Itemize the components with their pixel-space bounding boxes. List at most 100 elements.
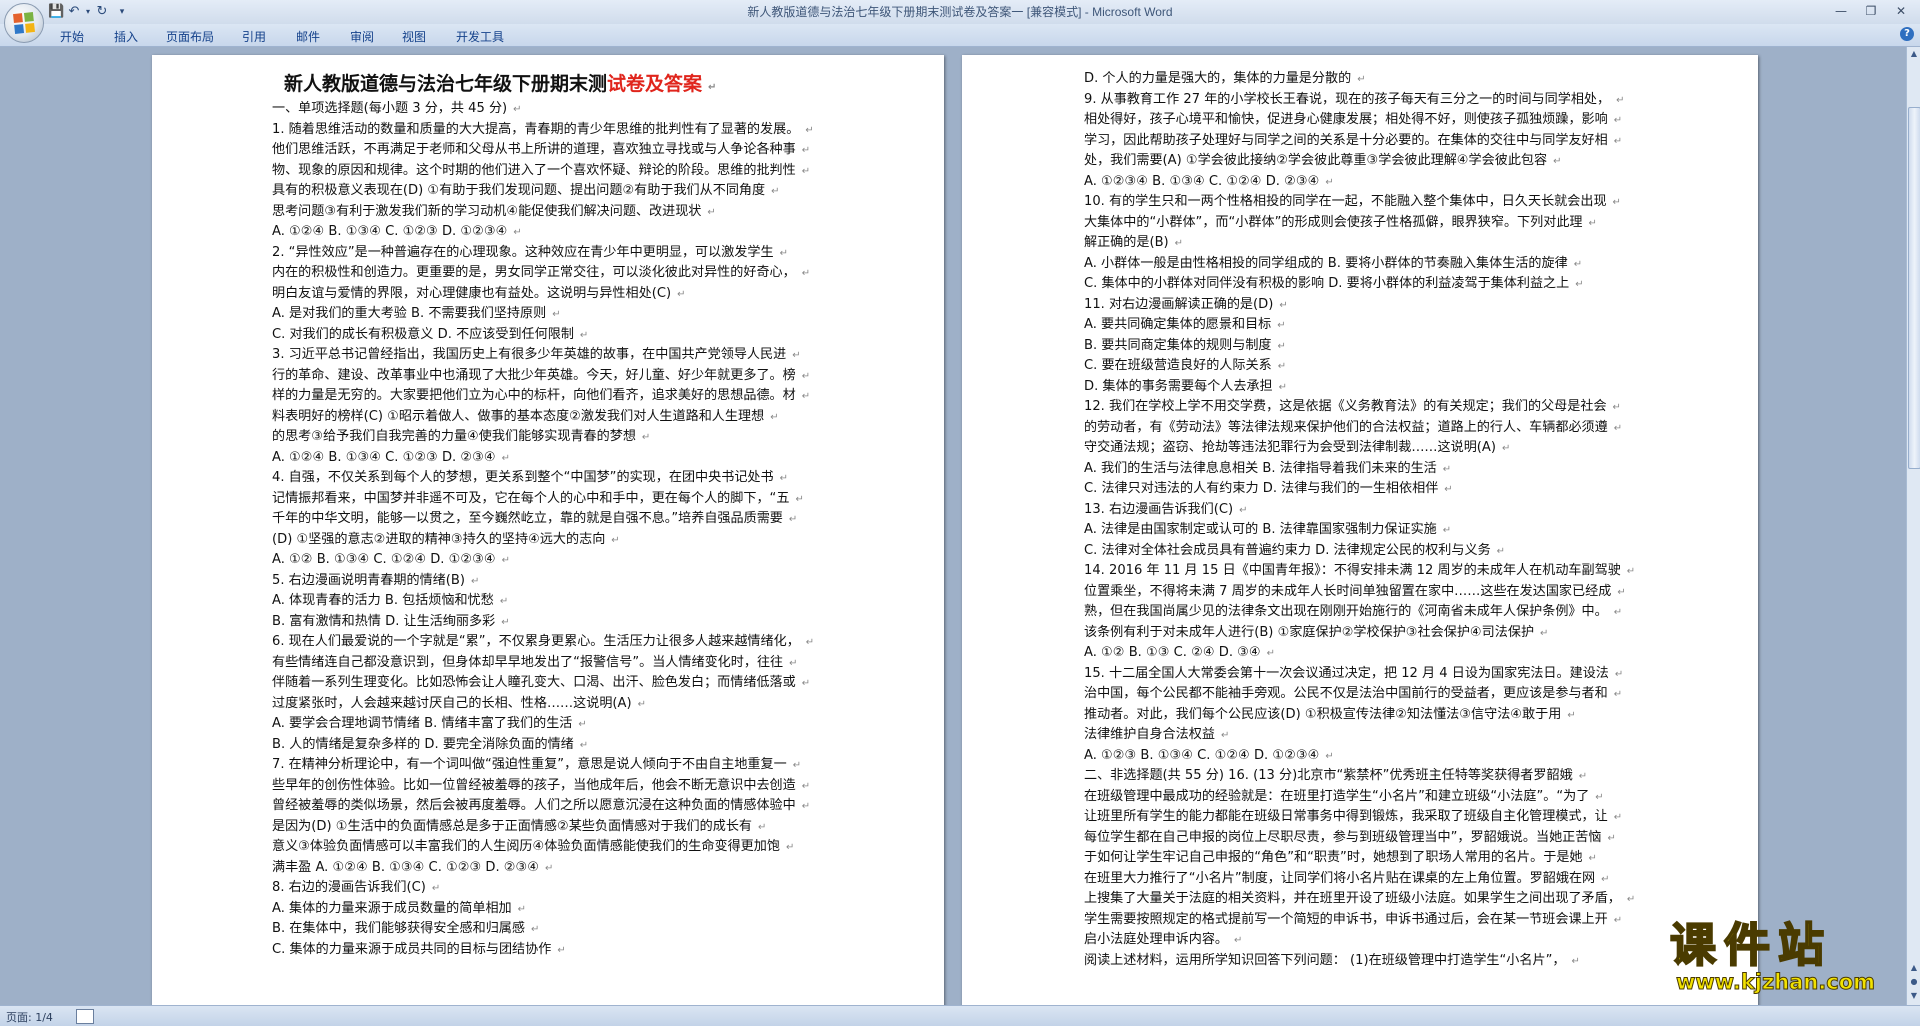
- document-line-text: 3. 习近平总书记曾经指出，我国历史上有很多少年英雄的故事，在中国共产党领导人民…: [272, 347, 787, 362]
- document-line: C. 集体中的小群体对同伴没有积极的影响 D. 要将小群体的利益凌驾于集体利益之…: [1084, 274, 1639, 295]
- page-indicator[interactable]: 页面: 1/4: [6, 1009, 53, 1025]
- document-line: A. ①②④ B. ①③④ C. ①②③ D. ②③④ ↵: [272, 448, 822, 469]
- app-name: - Microsoft Word: [1081, 5, 1173, 19]
- paragraph-mark-icon: ↵: [805, 637, 815, 648]
- paragraph-mark-icon: ↵: [531, 924, 540, 935]
- document-line-text: 内在的积极性和创造力。更重要的是，男女同学正常交往，可以淡化彼此对异性的好奇心，: [272, 265, 796, 280]
- office-logo-icon: [13, 12, 35, 34]
- status-bar: 页面: 1/4: [0, 1005, 1920, 1026]
- document-line: 相处得好，孩子心境平和愉快，促进身心健康发展；相处得不好，则使孩子孤独烦躁，影响…: [1084, 110, 1639, 131]
- restore-icon[interactable]: ❐: [1858, 3, 1884, 19]
- document-line: C. 对我们的成长有积极意义 D. 不应该受到任何限制 ↵: [272, 325, 822, 346]
- document-line: A. 法律是由国家制定或认可的 B. 法律靠国家强制力保证实施 ↵: [1084, 520, 1639, 541]
- document-line: A. ①②③ B. ①③④ C. ①②④ D. ①②③④ ↵: [1084, 746, 1639, 767]
- document-line: 物、现象的原因和规律。这个时期的他们进入了一个喜欢怀疑、辩论的阶段。思维的批判性…: [272, 161, 822, 182]
- document-line: 7. 在精神分析理论中，有一个词叫做“强迫性重复”，意思是说人倾向于不由自主地重…: [272, 755, 822, 776]
- document-line: B. 在集体中，我们能够获得安全感和归属感 ↵: [272, 919, 822, 940]
- paragraph-mark-icon: ↵: [1616, 94, 1625, 106]
- document-line-text: 解正确的是(B): [1084, 235, 1169, 250]
- document-line-text: A. 法律是由国家制定或认可的 B. 法律靠国家强制力保证实施: [1084, 522, 1437, 537]
- document-line: A. 是对我们的重大考验 B. 不需要我们坚持原则 ↵: [272, 304, 822, 325]
- paragraph-mark-icon: ↵: [801, 801, 811, 812]
- paragraph-mark-icon: ↵: [1278, 381, 1288, 393]
- document-line-text: 法律维护自身合法权益: [1084, 727, 1215, 742]
- document-line-text: 推动者。对此，我们每个公民应该(D) ①积极宣传法律②知法懂法③信守法④敢于用: [1084, 706, 1562, 722]
- paragraph-mark-icon: ↵: [770, 411, 779, 423]
- document-line: 学生需要按照规定的格式提前写一个简短的申诉书，申诉书通过后，会在某一节班会课上开…: [1084, 910, 1639, 931]
- document-line-text: A. 体现青春的活力 B. 包括烦恼和忧愁: [272, 593, 494, 608]
- document-line: 在班级管理中最成功的经验就是：在班里打造学生“小名片”和建立班级“小法庭”。“为…: [1084, 787, 1639, 808]
- tab-developer[interactable]: 开发工具: [456, 28, 504, 45]
- document-page-2[interactable]: D. 个人的力量是强大的，集体的力量是分散的 ↵ 9. 从事教育工作 27 年的小学…: [962, 55, 1758, 1005]
- paragraph-mark-icon: ↵: [1626, 894, 1636, 905]
- minimize-icon[interactable]: —: [1828, 3, 1854, 19]
- document-line-text: D. 个人的力量是强大的，集体的力量是分散的: [1084, 71, 1352, 86]
- paragraph-mark-icon: ↵: [431, 883, 441, 894]
- document-line: A. 体现青春的活力 B. 包括烦恼和忧愁 ↵: [272, 591, 822, 612]
- tab-page-layout[interactable]: 页面布局: [166, 28, 214, 45]
- document-line-text: 在班级管理中最成功的经验就是：在班里打造学生“小名片”和建立班级“小法庭”。“为…: [1084, 788, 1590, 804]
- document-line-text: C. 集体的力量来源于成员共同的目标与团结协作: [272, 941, 552, 957]
- document-line-text: 样的力量是无穷的。大家要把他们立为心中的标杆，向他们看齐，追求美好的思想品德。材: [272, 388, 796, 403]
- document-line: 思考问题③有利于激发我们新的学习动机④能促使我们解决问题、改进现状 ↵: [272, 202, 822, 223]
- tab-home[interactable]: 开始: [60, 28, 84, 45]
- document-line: 千年的中华文明，能够一以贯之，至今巍然屹立，靠的就是自强不息。”培养自强品质需要…: [272, 509, 822, 530]
- paragraph-mark-icon: ↵: [1266, 648, 1276, 659]
- close-icon[interactable]: ✕: [1888, 3, 1914, 19]
- document-line: 学习，因此帮助孩子处理好与同学之间的关系是十分必要的。在集体的交往中与同学友好相…: [1084, 131, 1639, 152]
- tab-references[interactable]: 引用: [242, 28, 266, 45]
- proofing-status-icon[interactable]: [76, 1009, 94, 1024]
- document-line: 9. 从事教育工作 27 年的小学校长王春说，现在的孩子每天有三分之一的时间与同…: [1084, 90, 1639, 111]
- document-line-text: 每位学生都在自己申报的岗位上尽职尽责，参与到班级管理当中”，罗韶娥说。当她正苦恼: [1084, 829, 1602, 845]
- document-line-text: 8. 右边的漫画告诉我们(C): [272, 880, 426, 895]
- document-title: 新人教版道德与法治七年级下册期末测试卷及答案 ↵: [272, 69, 822, 99]
- document-line: D. 集体的事务需要每个人去承担 ↵: [1084, 377, 1639, 398]
- document-line: 让班里所有学生的能力都能在班级日常事务中得到锻炼，我采取了班级自主化管理模式，让…: [1084, 807, 1639, 828]
- document-page-1[interactable]: 新人教版道德与法治七年级下册期末测试卷及答案 ↵ 一、单项选择题(每小题 3 分，…: [152, 55, 944, 1005]
- tab-view[interactable]: 视图: [402, 28, 426, 45]
- paragraph-mark-icon: ↵: [1613, 689, 1623, 700]
- document-line-text: 明白友谊与爱情的界限，对心理健康也有益处。这说明与异性相处(C): [272, 285, 672, 301]
- document-line-text: 5. 右边漫画说明青春期的情绪(B): [272, 572, 465, 588]
- paragraph-mark-icon: ↵: [579, 329, 589, 341]
- document-line: 样的力量是无穷的。大家要把他们立为心中的标杆，向他们看齐，追求美好的思想品德。材…: [272, 386, 822, 407]
- document-line: 13. 右边漫画告诉我们(C) ↵: [1084, 500, 1639, 521]
- tab-review[interactable]: 审阅: [350, 28, 374, 45]
- document-line: 推动者。对此，我们每个公民应该(D) ①积极宣传法律②知法懂法③信守法④敢于用 ↵: [1084, 705, 1639, 726]
- document-line-text: 于如何让学生牢记自己申报的“角色”和“职责”时，她想到了职场人常用的名片。于是她: [1084, 850, 1583, 865]
- scrollbar-thumb[interactable]: [1908, 107, 1920, 469]
- document-line-text: A. ①②③ B. ①③④ C. ①②④ D. ①②③④: [1084, 747, 1320, 763]
- document-line-text: C. 集体中的小群体对同伴没有积极的影响 D. 要将小群体的利益凌驾于集体利益之…: [1084, 276, 1570, 291]
- vertical-scrollbar[interactable]: ▲ ▲ ● ▼: [1906, 47, 1920, 1005]
- document-line-text: B. 人的情绪是复杂多样的 D. 要完全消除负面的情绪: [272, 736, 574, 752]
- document-line: C. 法律对全体社会成员具有普遍约束力 D. 法律规定公民的权利与义务 ↵: [1084, 541, 1639, 562]
- document-line: A. 集体的力量来源于成员数量的简单相加 ↵: [272, 899, 822, 920]
- document-line: 4. 自强，不仅关系到每个人的梦想，更关系到整个“中国梦”的实现，在团中央书记处…: [272, 468, 822, 489]
- paragraph-mark-icon: ↵: [801, 678, 811, 689]
- document-line-text: B. 要共同商定集体的规则与制度: [1084, 337, 1272, 353]
- help-icon[interactable]: ?: [1900, 27, 1914, 41]
- paragraph-mark-icon: ↵: [1571, 955, 1580, 967]
- paragraph-mark-icon: ↵: [801, 268, 811, 279]
- tab-mailings[interactable]: 邮件: [296, 28, 320, 45]
- paragraph-mark-icon: ↵: [801, 370, 811, 382]
- document-line-text: A. 要共同确定集体的愿景和目标: [1084, 317, 1272, 332]
- document-line: 一、单项选择题(每小题 3 分，共 45 分) ↵: [272, 99, 822, 120]
- office-button[interactable]: [4, 3, 44, 43]
- scroll-up-icon[interactable]: ▲: [1907, 47, 1920, 61]
- document-line-text: A. 要学会合理地调节情绪 B. 情绪丰富了我们的生活: [272, 716, 573, 731]
- document-line: 15. 十二届全国人大常委会第十一次会议通过决定，把 12 月 4 日设为国家宪…: [1084, 664, 1639, 685]
- document-line: 5. 右边漫画说明青春期的情绪(B) ↵: [272, 571, 822, 592]
- paragraph-mark-icon: ↵: [1573, 258, 1583, 270]
- document-line-text: 的思考③给予我们自我完善的力量④使我们能够实现青春的梦想: [272, 429, 636, 444]
- document-line: 1. 随着思维活动的数量和质量的大大提高，青春期的青少年思维的批判性有了显著的发…: [272, 120, 822, 141]
- document-line: 意义③体验负面情感可以丰富我们的人生阅历④体验负面情感能使我们的生命变得更加饱 ↵: [272, 837, 822, 858]
- tab-insert[interactable]: 插入: [114, 28, 138, 45]
- document-line-text: A. ①② B. ①③④ C. ①②④ D. ①②③④: [272, 552, 496, 567]
- paragraph-mark-icon: ↵: [1613, 812, 1623, 823]
- document-line-text: C. 法律只对违法的人有约束力 D. 法律与我们的一生相依相伴: [1084, 481, 1439, 496]
- document-line-text: B. 在集体中，我们能够获得安全感和归属感: [272, 921, 525, 936]
- paragraph-mark-icon: ↵: [1277, 340, 1286, 352]
- document-line: A. 我们的生活与法律息息相关 B. 法律指导着我们未来的生活 ↵: [1084, 459, 1639, 480]
- page-1-text: 新人教版道德与法治七年级下册期末测试卷及答案 ↵ 一、单项选择题(每小题 3 分，…: [272, 69, 822, 960]
